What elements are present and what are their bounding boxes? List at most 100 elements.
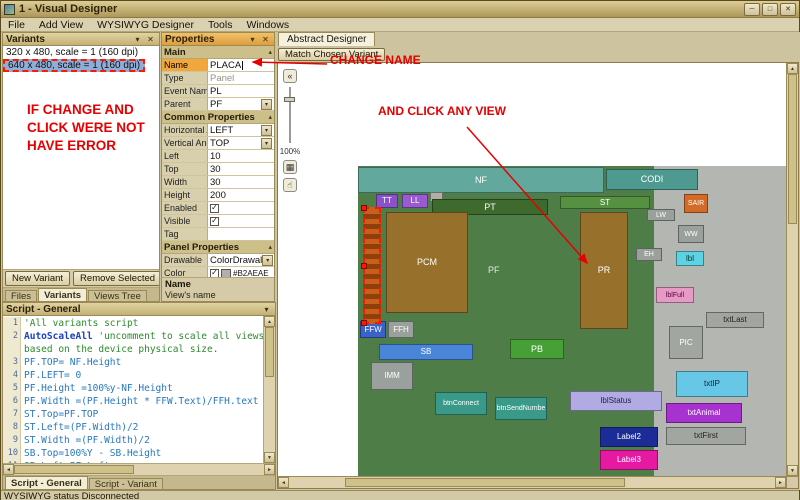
property-value-type[interactable]: Panel xyxy=(208,72,274,84)
view-btnSendNumbe[interactable]: btnSendNumbe xyxy=(495,397,547,420)
view-SAIR[interactable]: SAIR xyxy=(684,194,708,213)
property-value-drawable[interactable]: ColorDrawal ▾ xyxy=(208,254,274,266)
view-btnConnect[interactable]: btnConnect xyxy=(435,392,487,415)
scroll-up-icon[interactable]: ▲ xyxy=(264,316,275,327)
scrollbar-track[interactable] xyxy=(787,224,798,465)
checkbox[interactable]: ✓ xyxy=(210,203,219,213)
menu-add-view[interactable]: Add View xyxy=(32,18,90,31)
canvas-horizontal-scrollbar[interactable]: ◄ ► xyxy=(278,476,786,488)
checkbox[interactable]: ✓ xyxy=(210,216,219,226)
menu-wysiwyg-designer[interactable]: WYSIWYG Designer xyxy=(90,18,201,31)
new-variant-button[interactable]: New Variant xyxy=(5,271,71,286)
remove-selected-button[interactable]: Remove Selected xyxy=(73,271,159,286)
hand-tool-icon[interactable]: ☝ xyxy=(283,178,297,192)
scrollbar-thumb[interactable] xyxy=(788,74,797,224)
variants-panel-header[interactable]: Variants ▾ ✕ xyxy=(3,33,159,46)
scrollbar-track[interactable] xyxy=(134,464,264,475)
scroll-down-icon[interactable]: ▼ xyxy=(787,465,798,476)
script-panel-header[interactable]: Script - General ▾ xyxy=(3,303,275,316)
selection-handle[interactable] xyxy=(361,205,367,211)
collapse-icon[interactable]: ▴ xyxy=(268,48,272,56)
panel-pin-icon[interactable]: ▾ xyxy=(132,34,143,45)
property-value-color[interactable]: ✓ #B2AEAE xyxy=(208,267,274,277)
minimize-button[interactable]: ─ xyxy=(744,2,760,16)
tab-views-tree[interactable]: Views Tree xyxy=(88,290,147,301)
view-txtAnimal[interactable]: txtAnimal xyxy=(666,403,742,423)
maximize-button[interactable]: □ xyxy=(762,2,778,16)
dropdown-icon[interactable]: ▾ xyxy=(261,137,272,149)
dropdown-icon[interactable]: ▾ xyxy=(262,254,274,266)
view-ST[interactable]: ST xyxy=(560,196,650,209)
selected-view-placa[interactable] xyxy=(361,205,381,326)
selection-handle[interactable] xyxy=(361,320,367,326)
view-Label3[interactable]: Label3 xyxy=(600,450,658,470)
scroll-down-icon[interactable]: ▼ xyxy=(264,452,275,463)
menu-tools[interactable]: Tools xyxy=(201,18,240,31)
view-lbl[interactable]: lbl xyxy=(676,251,704,266)
property-value-vertical-anc[interactable]: TOP ▾ xyxy=(208,137,274,149)
selection-handle[interactable] xyxy=(361,262,367,269)
menu-file[interactable]: File xyxy=(1,18,32,31)
zoom-slider-handle[interactable] xyxy=(284,97,295,102)
script-horizontal-scrollbar[interactable]: ◄ ► xyxy=(3,463,275,475)
property-value-parent[interactable]: PF ▾ xyxy=(208,98,274,110)
property-value-height[interactable]: 200 xyxy=(208,189,274,201)
scrollbar-track[interactable] xyxy=(625,477,775,488)
view-SB[interactable]: SB xyxy=(379,344,473,360)
checkbox[interactable]: ✓ xyxy=(210,268,219,277)
property-value-top[interactable]: 30 xyxy=(208,163,274,175)
scroll-left-icon[interactable]: ◄ xyxy=(278,477,289,488)
view-FFH[interactable]: FFH xyxy=(388,321,414,338)
view-PB[interactable]: PB xyxy=(510,339,564,359)
dropdown-icon[interactable]: ▾ xyxy=(261,98,272,110)
scrollbar-thumb[interactable] xyxy=(14,465,134,474)
view-EH[interactable]: EH xyxy=(636,248,662,261)
property-value-enabled[interactable]: ✓ xyxy=(208,202,274,214)
section-header-main[interactable]: Main ▴ xyxy=(162,46,274,59)
collapse-panel-icon[interactable]: « xyxy=(283,69,297,83)
property-value-left[interactable]: 10 xyxy=(208,150,274,162)
designer-canvas[interactable]: PF NF CODI TT LL PT ST SAIR LW WW EH lbl PCM PR lblFul… xyxy=(277,62,799,489)
view-LW[interactable]: LW xyxy=(647,209,675,221)
property-value-width[interactable]: 30 xyxy=(208,176,274,188)
variant-item[interactable]: 320 x 480, scale = 1 (160 dpi) xyxy=(3,46,159,59)
view-PIC[interactable]: PIC xyxy=(669,326,703,359)
view-lblFull[interactable]: lblFull xyxy=(656,287,694,303)
scroll-up-icon[interactable]: ▲ xyxy=(787,63,798,74)
zoom-slider[interactable] xyxy=(283,87,297,143)
tab-script-variant[interactable]: Script - Variant xyxy=(88,478,163,489)
tab-script-general[interactable]: Script - General xyxy=(5,476,88,489)
view-txtIP[interactable]: txtIP xyxy=(676,371,748,397)
script-editor[interactable]: 1 'All variants script 2 AutoScaleAll 'unco… xyxy=(3,316,275,463)
panel-pin-icon[interactable]: ▾ xyxy=(247,34,258,45)
script-vertical-scrollbar[interactable]: ▲ ▼ xyxy=(263,316,275,463)
dropdown-icon[interactable]: ▾ xyxy=(261,124,272,136)
tab-variants[interactable]: Variants xyxy=(38,288,88,301)
collapse-icon[interactable]: ▴ xyxy=(268,113,272,121)
property-value-name[interactable]: PLACA xyxy=(208,59,274,71)
property-value-event-name[interactable]: PL xyxy=(208,85,274,97)
view-WW[interactable]: WW xyxy=(678,225,704,243)
scrollbar-thumb[interactable] xyxy=(265,327,274,377)
view-IMM[interactable]: IMM xyxy=(371,362,413,390)
scroll-right-icon[interactable]: ► xyxy=(264,464,275,475)
property-value-visible[interactable]: ✓ xyxy=(208,215,274,227)
view-txtFirst[interactable]: txtFirst xyxy=(666,427,746,445)
property-value-tag[interactable] xyxy=(208,228,274,240)
tab-files[interactable]: Files xyxy=(5,290,38,301)
title-bar[interactable]: 1 - Visual Designer ─ □ ✕ xyxy=(1,1,799,18)
collapse-icon[interactable]: ▴ xyxy=(268,243,272,251)
properties-panel-header[interactable]: Properties ▾ ✕ xyxy=(162,33,274,46)
menu-windows[interactable]: Windows xyxy=(239,18,296,31)
tab-abstract-designer[interactable]: Abstract Designer xyxy=(278,32,376,46)
canvas-vertical-scrollbar[interactable]: ▲ ▼ xyxy=(786,63,798,476)
panel-close-icon[interactable]: ✕ xyxy=(260,34,271,45)
section-header-panel-properties[interactable]: Panel Properties ▴ xyxy=(162,241,274,254)
scroll-left-icon[interactable]: ◄ xyxy=(3,464,14,475)
close-button[interactable]: ✕ xyxy=(780,2,796,16)
view-lblStatus[interactable]: lblStatus xyxy=(570,391,662,411)
view-CODI[interactable]: CODI xyxy=(606,169,698,190)
variant-item[interactable]: 640 x 480, scale = 1 (160 dpi) xyxy=(3,59,146,72)
grid-icon[interactable]: ▦ xyxy=(283,160,297,174)
view-Label2[interactable]: Label2 xyxy=(600,427,658,447)
